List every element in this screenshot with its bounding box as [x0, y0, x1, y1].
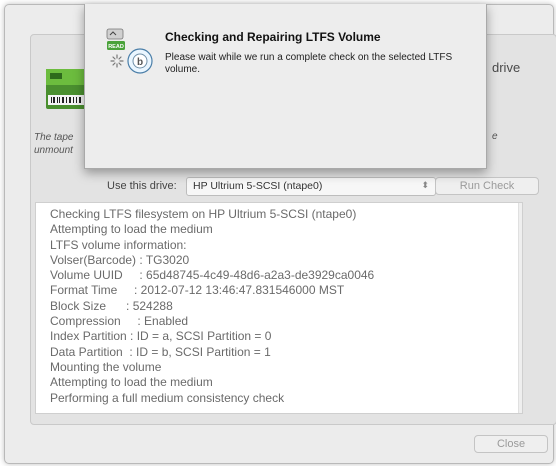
sheet-message: Please wait while we run a complete chec…: [165, 52, 453, 75]
drive-select[interactable]: HP Ultrium 5-SCSI (ntape0) ⬍: [186, 177, 436, 196]
sheet-title: Checking and Repairing LTFS Volume: [165, 30, 381, 44]
log-line: Attempting to load the medium: [50, 222, 213, 237]
log-line: Index Partition : ID = a, SCSI Partition…: [50, 329, 272, 344]
log-line: Checking LTFS filesystem on HP Ultrium 5…: [50, 207, 357, 221]
run-check-button[interactable]: Run Check: [435, 177, 539, 195]
background-desc-right: e: [492, 131, 498, 142]
log-line: Performing a full medium consistency che…: [50, 390, 285, 405]
drive-select-value: HP Ultrium 5-SCSI (ntape0): [193, 180, 323, 192]
log-line: Volume UUID : 65d48745-4c49-48d6-a2a3-de…: [50, 268, 375, 283]
log-line: Compression : Enabled: [50, 314, 189, 329]
log-line: Attempting to load the medium: [50, 375, 213, 390]
close-button[interactable]: Close: [474, 435, 548, 453]
ltfs-check-icon: READ b: [106, 28, 153, 74]
log-line: Mounting the volume: [50, 359, 162, 374]
read-badge-text: READ: [108, 44, 124, 50]
progress-sheet: READ b Checking and Repairing LTFS Volum…: [84, 4, 487, 169]
use-drive-label: Use this drive:: [107, 180, 177, 192]
select-arrows-icon: ⬍: [421, 180, 429, 190]
log-line: Block Size : 524288: [50, 298, 173, 313]
log-output[interactable]: Checking LTFS filesystem on HP Ultrium 5…: [35, 202, 523, 414]
log-line: Data Partition : ID = b, SCSI Partition …: [50, 344, 271, 359]
tape-cartridge-icon: [46, 69, 86, 109]
log-line: Volser(Barcode) : TG3020: [50, 252, 190, 267]
background-drive-text: drive: [492, 60, 521, 75]
log-scrollbar[interactable]: [518, 203, 522, 413]
log-line: Format Time : 2012-07-12 13:46:47.831546…: [50, 283, 345, 298]
log-lines: Checking LTFS filesystem on HP Ultrium 5…: [50, 207, 374, 406]
log-line: LTFS volume information:: [50, 237, 187, 252]
svg-text:b: b: [137, 57, 143, 68]
